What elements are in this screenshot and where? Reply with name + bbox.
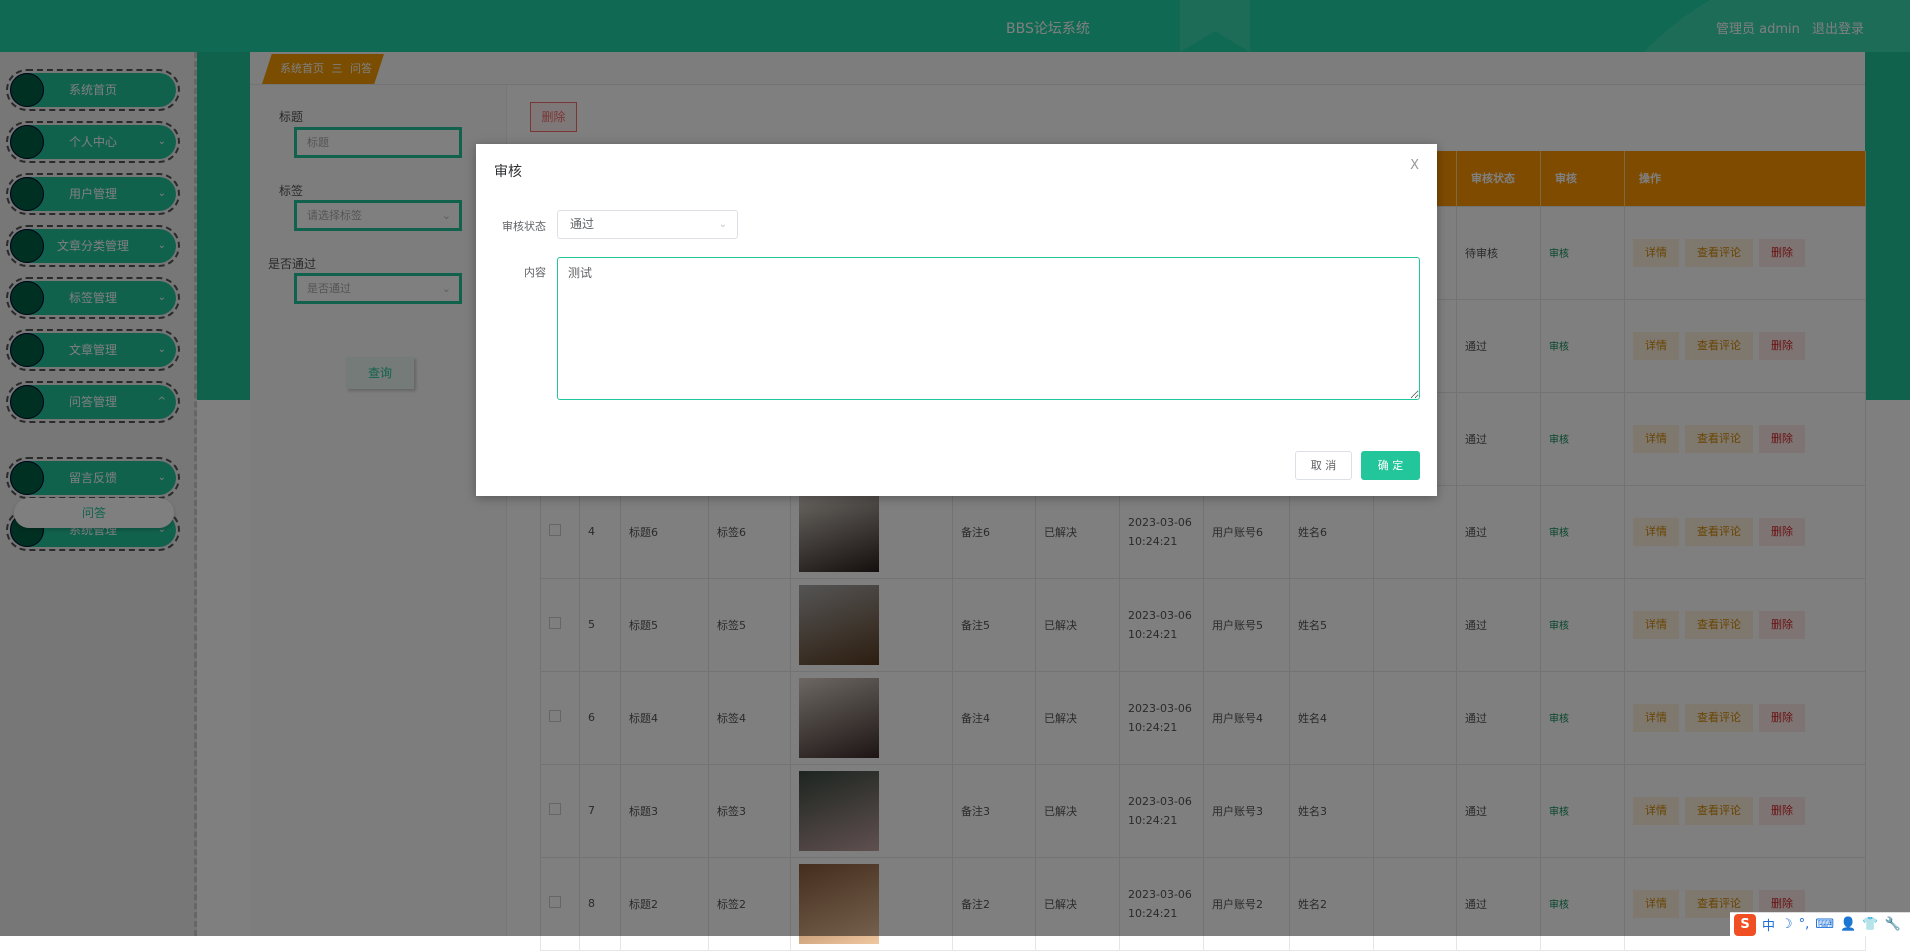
user-icon[interactable]: 👤 [1840,917,1856,932]
keyboard-icon[interactable]: ⌨ [1815,917,1834,932]
audit-status-label: 审核状态 [502,220,546,233]
confirm-button[interactable]: 确 定 [1361,451,1420,480]
cancel-button[interactable]: 取 消 [1295,451,1352,480]
chevron-down-icon: ⌄ [718,219,727,230]
ime-mode[interactable]: 中 [1762,915,1775,934]
sogou-logo-icon: S [1734,913,1756,936]
audit-status-select[interactable]: 通过 ⌄ [557,210,738,239]
audit-status-value: 通过 [570,217,595,231]
content-textarea[interactable] [557,257,1420,400]
close-icon[interactable]: X [1410,158,1419,173]
tools-icon[interactable]: 🔧 [1884,917,1900,932]
skin-icon[interactable]: 👕 [1862,917,1878,932]
audit-dialog: 审核 X 审核状态 通过 ⌄ 内容 取 消 确 定 [476,144,1437,496]
punctuation-icon[interactable]: °, [1799,917,1810,932]
moon-icon[interactable]: ☽ [1781,917,1793,932]
ime-toolbar[interactable]: S 中 ☽ °, ⌨ 👤 👕 🔧 [1730,912,1910,936]
dialog-title: 审核 [494,164,522,180]
content-label: 内容 [524,266,546,279]
